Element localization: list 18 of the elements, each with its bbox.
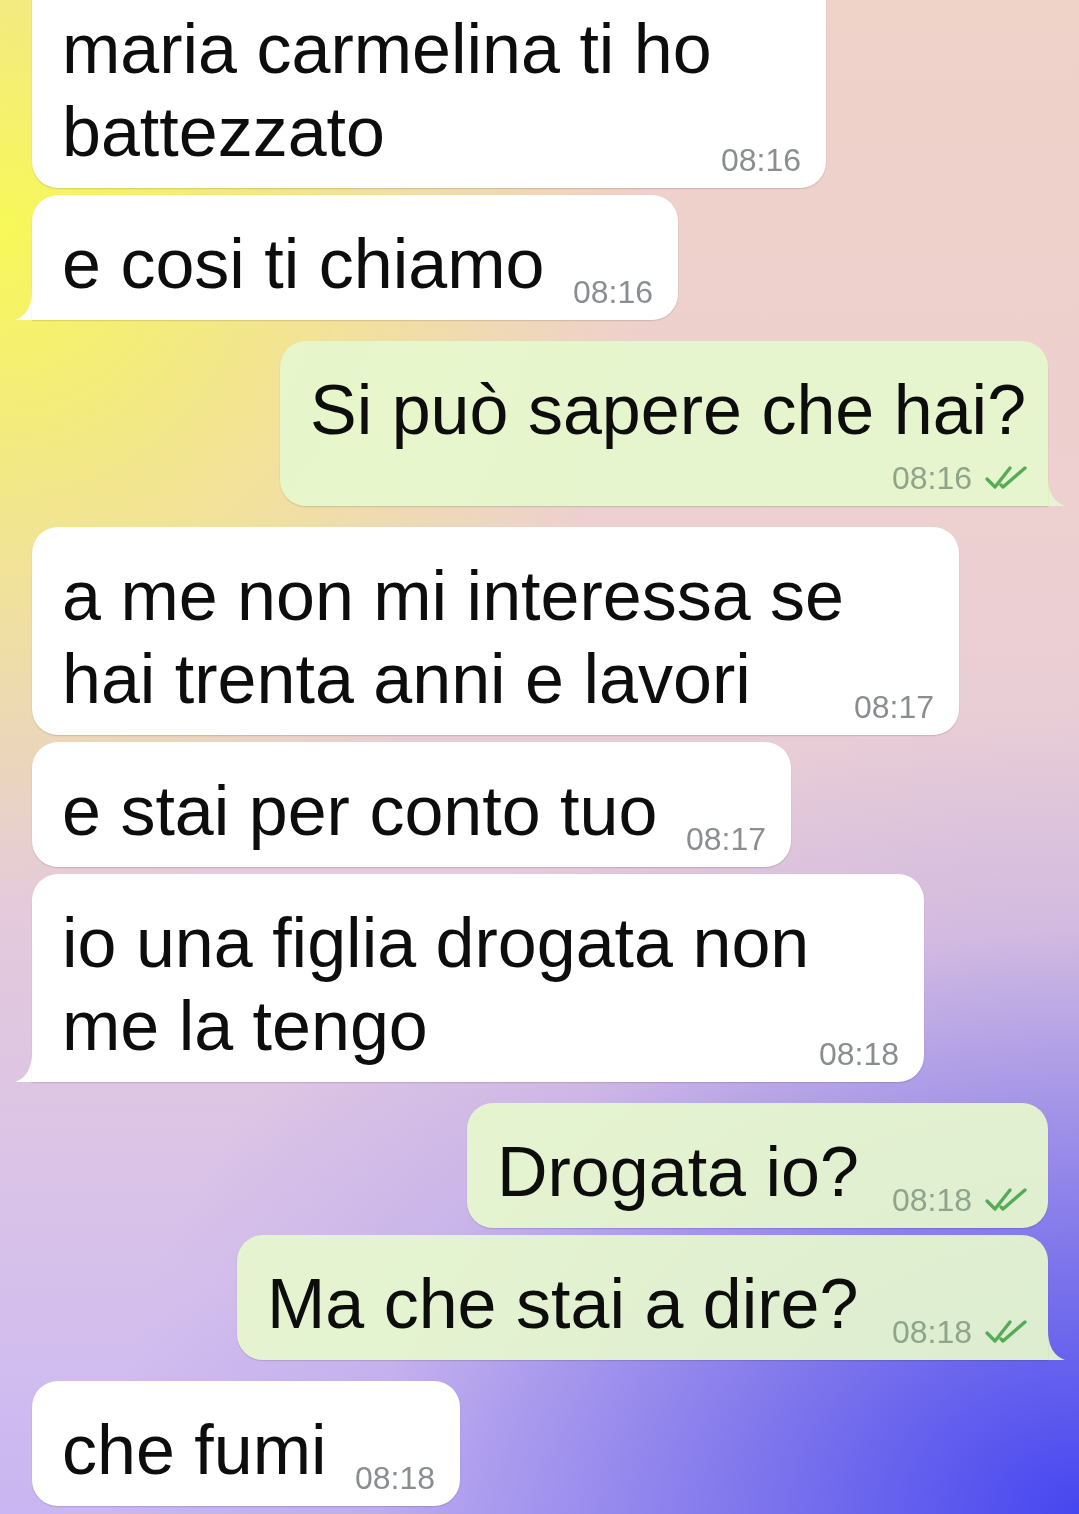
message-text: Ma che stai a dire? <box>267 1265 859 1343</box>
message-time: 08:16 <box>891 460 972 496</box>
message-time: 08:17 <box>685 821 766 857</box>
message-text: Drogata io? <box>497 1133 859 1211</box>
message-time: 08:18 <box>891 1182 972 1218</box>
message-text: e cosi ti chiamo <box>62 225 545 303</box>
message-text: maria carmelina ti ho battezzato <box>62 10 712 171</box>
message-text: a me non mi interessa se hai trenta anni e lavori <box>62 557 845 718</box>
message-text: io una figlia drogata non me la tengo <box>62 904 810 1065</box>
message-text: Si può sapere che hai? <box>310 371 1027 449</box>
message-text: che fumi <box>62 1411 327 1489</box>
message-time: 08:16 <box>572 274 653 310</box>
message-time: 08:18 <box>818 1036 899 1072</box>
message-time: 08:18 <box>891 1314 972 1350</box>
message-time: 08:18 <box>354 1460 435 1496</box>
message-time: 08:17 <box>853 689 934 725</box>
message-time: 08:16 <box>720 142 801 178</box>
message-text: e stai per conto tuo <box>62 772 658 850</box>
